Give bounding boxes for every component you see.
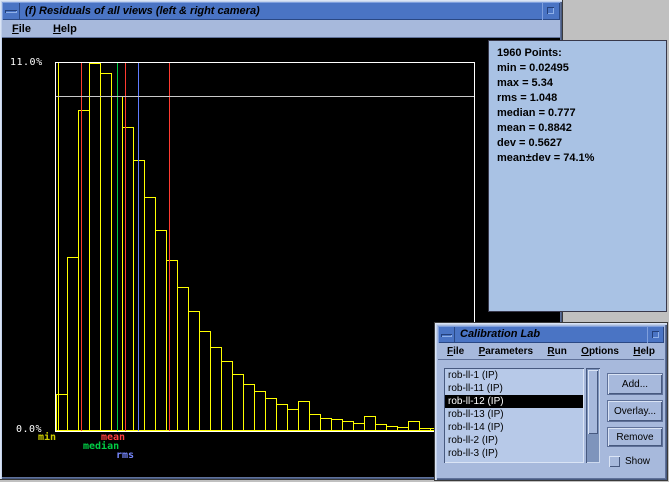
plot-area [55,62,475,432]
stat-median: median = 0.777 [497,107,576,119]
stat-dev: dev = 0.5627 [497,137,563,149]
calibration-lab-body: rob-ll-1 (IP) rob-ll-11 (IP) rob-ll-12 (… [438,360,664,477]
marker-line-mean+dev [169,63,170,431]
window-title: Calibration Lab [460,328,541,340]
axis-label-rms: rms [116,450,135,461]
stats-panel: 1960 Points: min = 0.02495 max = 5.34 rm… [488,40,667,312]
marker-line-mean [125,63,126,431]
menu-options[interactable]: Options [579,346,621,357]
add-button[interactable]: Add... [608,374,662,394]
menu-help[interactable]: Help [631,346,657,357]
y-axis-max-label: 11.0% [10,57,43,68]
overlay-button[interactable]: Overlay... [608,401,662,421]
marker-line-rms [138,63,139,431]
marker-line-mean-dev [81,63,82,431]
menu-help[interactable]: Help [51,23,79,35]
residuals-menubar: File Help [2,20,560,38]
axis-label-median: median [83,441,120,452]
stat-rms: rms = 1.048 [497,92,558,104]
maximize-icon [547,7,554,14]
calibration-lab-menubar: File Parameters Run Options Help [438,343,664,360]
window-menu-icon [5,10,17,13]
stat-meandev: mean±dev = 74.1% [497,152,595,164]
marker-line-median [117,63,118,431]
maximize-icon [652,331,659,338]
show-checkbox[interactable] [609,456,620,467]
stat-points: 1960 Points: [497,47,562,59]
list-item[interactable]: rob-ll-11 (IP) [445,382,583,395]
gridline-10pct [56,96,474,97]
residuals-titlebar[interactable]: (f) Residuals of all views (left & right… [2,2,560,20]
list-item[interactable]: rob-ll-1 (IP) [445,369,583,382]
list-item[interactable]: rob-ll-13 (IP) [445,408,583,421]
scrollbar-thumb[interactable] [588,370,598,434]
window-menu-button[interactable] [438,326,455,343]
list-item[interactable]: rob-ll-3 (IP) [445,447,583,460]
maximize-button[interactable] [542,2,560,20]
list-item[interactable]: rob-ll-14 (IP) [445,421,583,434]
list-scrollbar[interactable] [586,368,600,463]
axis-label-min: min [38,432,57,443]
calibration-lab-titlebar[interactable]: Calibration Lab [438,326,664,343]
menu-file[interactable]: File [445,346,466,357]
menu-run[interactable]: Run [545,346,568,357]
stat-mean: mean = 0.8842 [497,122,572,134]
window-title: (f) Residuals of all views (left & right… [25,5,260,17]
maximize-button[interactable] [647,326,664,343]
marker-line-min [58,63,59,431]
stat-max: max = 5.34 [497,77,553,89]
remove-button[interactable]: Remove [608,428,662,446]
dataset-list: rob-ll-1 (IP) rob-ll-11 (IP) rob-ll-12 (… [444,368,584,463]
show-checkbox-row: Show [609,456,650,467]
window-menu-icon [441,334,452,337]
menu-file[interactable]: File [10,23,33,35]
axis-marker-labels: min mean median rms [2,432,302,464]
show-checkbox-label: Show [625,456,651,467]
list-item[interactable]: rob-ll-2 (IP) [445,434,583,447]
window-menu-button[interactable] [2,2,20,20]
list-item[interactable]: rob-ll-12 (IP) [445,395,583,408]
desktop: (f) Residuals of all views (left & right… [0,0,669,482]
stat-min: min = 0.02495 [497,62,569,74]
calibration-lab-window: Calibration Lab File Parameters Run Opti… [435,323,667,480]
menu-parameters[interactable]: Parameters [477,346,535,357]
